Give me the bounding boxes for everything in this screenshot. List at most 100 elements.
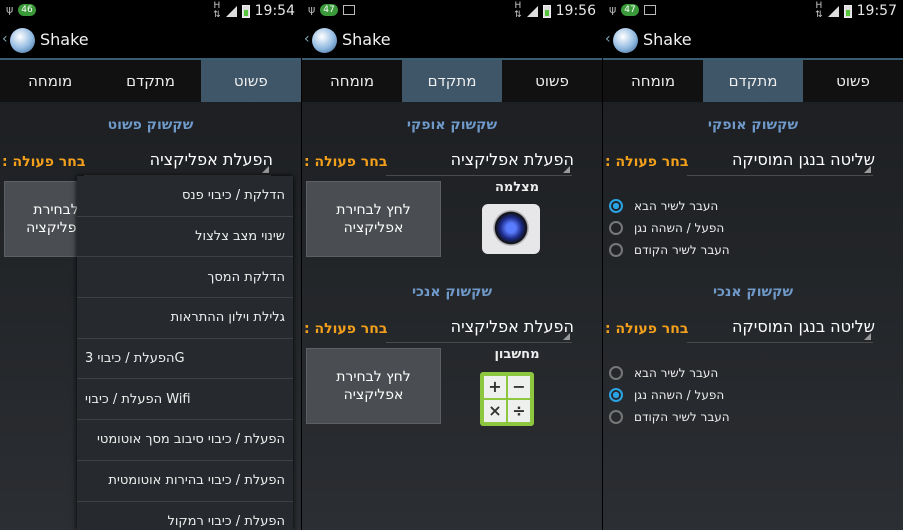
vertical-radio-group: העבר לשיר הבא הפעל / השהה נגן העבר לשיר … [609, 362, 809, 428]
app-logo-icon[interactable] [312, 28, 337, 53]
horizontal-app-name: מצלמה [494, 180, 540, 195]
horizontal-radio-next-song[interactable]: העבר לשיר הבא [609, 195, 809, 217]
horizontal-choose-app-button[interactable]: לחץ לבחירת אפליקציה [306, 181, 441, 257]
vertical-app-name: מחשבון [494, 347, 540, 362]
horizontal-action-row: : בחר פעולה הפעלת אפליקציה [302, 150, 602, 176]
choose-action-label: : בחר פעולה [2, 154, 86, 170]
notification-badge: 47 [621, 3, 639, 16]
spinner-arrow-icon [864, 166, 871, 173]
vertical-action-spinner[interactable]: שליטה בנגן המוסיקה [732, 317, 875, 336]
horizontal-action-spinner[interactable]: שליטה בנגן המוסיקה [732, 150, 875, 169]
tab-expert[interactable]: מומחה [603, 60, 703, 102]
choose-action-label: : בחר פעולה [605, 154, 689, 170]
horizontal-radio-group: העבר לשיר הבא הפעל / השהה נגן העבר לשיר … [609, 195, 809, 261]
battery-icon [843, 4, 852, 18]
vertical-radio-prev-song[interactable]: העבר לשיר הקודם [609, 406, 809, 428]
back-chevron-icon[interactable]: ‹ [2, 31, 8, 47]
action-bar: ‹ Shake [0, 22, 301, 60]
vertical-choose-app-button[interactable]: לחץ לבחירת אפליקציה [306, 348, 441, 424]
notification-badge: 46 [18, 3, 36, 16]
phone-screen-1: ψ 46 H ⇅ 19:54 ‹ Shake מומחה מתקדם פשוט ש… [0, 0, 301, 530]
tab-expert[interactable]: מומחה [302, 60, 402, 102]
choose-app-button-label: לחץ לבחירת אפליקציה [336, 369, 411, 403]
spinner-arrow-icon [563, 333, 570, 340]
battery-icon [241, 4, 250, 18]
tab-simple[interactable]: פשוט [200, 60, 301, 102]
network-type-icon: H ⇅ [815, 1, 823, 20]
horizontal-radio-prev-song[interactable]: העבר לשיר הקודם [609, 239, 809, 261]
status-time: 19:54 [254, 3, 295, 19]
choose-action-label: : בחר פעולה [605, 321, 689, 337]
horizontal-action-spinner[interactable]: הפעלת אפליקציה [451, 150, 574, 169]
spinner-underline [687, 175, 873, 176]
spinner-arrow-icon [563, 166, 570, 173]
radio-circle [609, 221, 623, 235]
horizontal-section-title: שקשוק אופקי [707, 117, 799, 133]
action-spinner[interactable]: הפעלת אפליקציה [150, 150, 273, 169]
usb-icon: ψ [308, 3, 316, 16]
status-time: 19:56 [555, 3, 596, 19]
action-bar: ‹ Shake [302, 22, 602, 60]
picture-icon [643, 4, 656, 15]
vertical-section-title: שקשוק אנכי [712, 284, 794, 300]
menu-item-flashlight[interactable]: הדלקת / כיבוי פנס [77, 176, 293, 217]
picture-icon [342, 4, 355, 15]
menu-item-toggle-wifi[interactable]: הפעלת / כיבוי Wifi [77, 379, 293, 421]
vertical-action-row: : בחר פעולה הפעלת אפליקציה [302, 317, 602, 343]
tab-expert[interactable]: מומחה [0, 60, 100, 102]
app-logo-icon[interactable] [613, 28, 638, 53]
spinner-underline [687, 342, 873, 343]
signal-icon [225, 5, 237, 17]
network-type-icon: H ⇅ [213, 1, 221, 20]
tab-simple[interactable]: פשוט [803, 60, 903, 102]
calculator-icon: + − × ÷ [480, 372, 534, 426]
tab-advanced[interactable]: מתקדם [100, 60, 200, 102]
horizontal-section-title: שקשוק אופקי [406, 117, 498, 133]
menu-item-speaker[interactable]: הפעלת / כיבוי רמקול [77, 502, 293, 530]
vertical-radio-next-song[interactable]: העבר לשיר הבא [609, 362, 809, 384]
vertical-radio-play-pause[interactable]: הפעל / השהה נגן [609, 384, 809, 406]
vertical-section-title: שקשוק אנכי [411, 284, 493, 300]
app-title: Shake [40, 30, 89, 49]
calc-key-minus: − [508, 376, 530, 398]
vertical-action-spinner[interactable]: הפעלת אפליקציה [451, 317, 574, 336]
horizontal-action-row: : בחר פעולה שליטה בנגן המוסיקה [603, 150, 903, 176]
menu-item-notification-shade[interactable]: גלילת וילון ההתראות [77, 298, 293, 339]
calc-key-times: × [484, 400, 506, 422]
usb-icon: ψ [609, 3, 617, 16]
menu-item-screen-on[interactable]: הדלקת המסך [77, 257, 293, 299]
camera-icon [482, 204, 540, 254]
menu-item-auto-rotate[interactable]: הפעלת / כיבוי סיבוב מסך אוטומטי [77, 420, 293, 461]
vertical-action-row: : בחר פעולה שליטה בנגן המוסיקה [603, 317, 903, 343]
action-bar: ‹ Shake [603, 22, 903, 60]
signal-icon [526, 5, 538, 17]
tab-advanced[interactable]: מתקדם [402, 60, 502, 102]
radio-circle [609, 199, 623, 213]
menu-item-auto-brightness[interactable]: הפעלת / כיבוי בהירות אוטומטית [77, 461, 293, 502]
app-logo-icon[interactable] [10, 28, 35, 53]
radio-circle [609, 388, 623, 402]
status-bar: ψ 47 H ⇅ 19:57 [603, 0, 903, 22]
action-dropdown-menu: הדלקת / כיבוי פנס שינוי מצב צלצול הדלקת … [77, 176, 293, 530]
battery-icon [542, 4, 551, 18]
tab-bar: מומחה מתקדם פשוט [302, 60, 602, 102]
back-chevron-icon[interactable]: ‹ [304, 31, 310, 47]
tab-bar: מומחה מתקדם פשוט [0, 60, 301, 102]
notification-badge: 47 [320, 3, 338, 16]
horizontal-radio-play-pause[interactable]: הפעל / השהה נגן [609, 217, 809, 239]
action-row: : בחר פעולה הפעלת אפליקציה [0, 150, 301, 176]
tab-simple[interactable]: פשוט [502, 60, 602, 102]
phone-screen-2: ψ 47 H ⇅ 19:56 ‹ Shake מומחה מתקדם פשוט ש… [302, 0, 602, 530]
spinner-underline [386, 175, 572, 176]
status-time: 19:57 [856, 3, 897, 19]
tab-bar: מומחה מתקדם פשוט [603, 60, 903, 102]
tab-advanced[interactable]: מתקדם [703, 60, 803, 102]
back-chevron-icon[interactable]: ‹ [605, 31, 611, 47]
phone-screen-3: ψ 47 H ⇅ 19:57 ‹ Shake מומחה מתקדם פשוט ש… [603, 0, 903, 530]
signal-icon [827, 5, 839, 17]
menu-item-ringer-mode[interactable]: שינוי מצב צלצול [77, 217, 293, 258]
app-title: Shake [342, 30, 391, 49]
menu-item-toggle-3g[interactable]: הפעלת / כיבוי 3G [77, 339, 293, 380]
radio-circle [609, 243, 623, 257]
app-title: Shake [643, 30, 692, 49]
